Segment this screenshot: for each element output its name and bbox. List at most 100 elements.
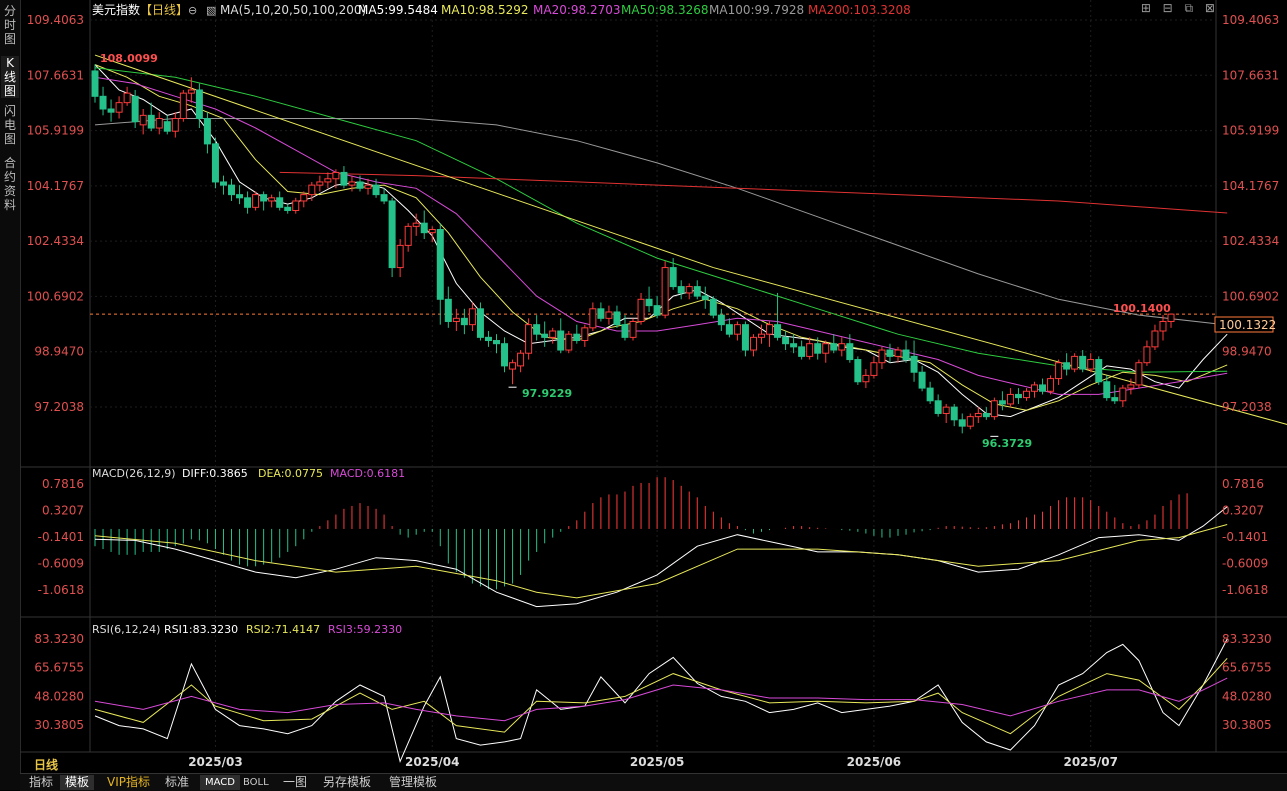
candle-up [452,317,460,322]
ma-legend-label: MA(5,10,20,50,100,200) [220,3,366,17]
side-tab-bar: 分时图 K线图 闪电图 合约资料 [0,0,21,790]
candle-up [268,197,276,202]
ma100-line [94,118,1228,326]
tab-flash[interactable]: 闪电图 [1,104,19,146]
settings-icon[interactable]: ⊖ [188,4,197,17]
candle-up [1127,384,1135,389]
price-tick-right: 107.6631 [1222,68,1279,82]
candle-down [669,267,677,288]
candle-up [324,178,332,183]
price-tick-right: 100.6902 [1222,289,1279,303]
candle-down [790,343,798,348]
candle-up [517,352,525,367]
macd-tick-right: -0.6009 [1222,556,1268,570]
candle-up [549,330,557,338]
period-indicator[interactable]: 日线 [34,756,58,773]
macd-tick-left: -0.6009 [38,556,84,570]
tab-macd[interactable]: MACD [200,775,240,790]
tab-indicator[interactable]: 指标 [24,775,58,790]
bottom-toolbar: 指标 模板 VIP指标 标准 MACD BOLL 一图 另存模板 管理模板 [20,773,1287,791]
candle-down [372,184,380,196]
candle-down [798,346,806,357]
symbol-name: 美元指数 [92,2,140,17]
tab-save-template[interactable]: 另存模板 [318,775,376,790]
candle-down [236,194,244,199]
window-controls[interactable]: ⊞ ⊟ ⧉ ⊠ [1141,1,1219,16]
candle-up [838,343,846,351]
candle-up [629,320,637,338]
candle-up [1006,393,1014,405]
candle-down [388,200,396,269]
tab-template[interactable]: 模板 [60,775,95,790]
candle-down [219,181,227,186]
macd-legend-label: MACD(26,12,9) [92,467,176,480]
price-tick-left: 100.6902 [27,289,84,303]
tab-manage-template[interactable]: 管理模板 [384,775,442,790]
macd-tick-left: 0.3207 [42,504,84,518]
ma100-legend: MA100:99.7928 [709,3,804,17]
macd-tick-left: -0.1401 [38,530,84,544]
macd-tick-right: -0.1401 [1222,530,1268,544]
price-tick-right: 105.9199 [1222,124,1279,138]
price-tick-right: 104.1767 [1222,179,1279,193]
recent-high-annotation: 100.1400 [1113,302,1171,315]
date-tick: 2025/06 [847,755,901,769]
candle-down [260,194,268,202]
date-tick: 2025/04 [405,755,459,769]
candle-up [974,412,982,418]
candle-down [621,324,629,338]
rsi-tick-right: 48.0280 [1222,689,1272,703]
candle-down [163,121,171,132]
ma5-legend: MA5:99.5484 [358,3,438,17]
candle-up [139,114,147,126]
price-tick-left: 104.1767 [27,179,84,193]
rsi2-legend: RSI2:71.4147 [246,623,320,636]
macd-tick-left: 0.7816 [42,477,84,491]
candle-down [107,108,115,113]
macd-value-legend: MACD:0.6181 [330,467,405,480]
candle-up [749,336,757,351]
candle-up [1135,362,1143,386]
candle-down [645,298,653,307]
candle-down [131,95,139,123]
candle-up [589,308,597,329]
candle-up [565,333,573,351]
candle-up [1047,378,1055,392]
chart-area[interactable]: 109.4063 109.4063 107.6631 107.6631 105.9199… [20,0,1287,773]
candle-down [998,400,1006,405]
candle-down [91,70,99,97]
candle-down [380,194,388,202]
candle-down [709,298,717,316]
candle-down [203,118,211,145]
candle-up [733,324,741,335]
tab-kline[interactable]: K线图 [1,56,19,98]
candle-down [701,295,709,300]
date-tick: 2025/07 [1063,755,1117,769]
candle-down [902,349,910,361]
tab-boll[interactable]: BOLL [238,775,274,790]
candle-down [476,308,484,338]
candle-up [348,181,356,186]
rsi-tick-right: 83.3230 [1222,632,1272,646]
macd-tick-right: -1.0618 [1222,583,1268,597]
candle-up [123,92,131,104]
ma200-legend: MA200:103.3208 [808,3,911,17]
tab-contract-info[interactable]: 合约资料 [1,156,19,212]
tab-timeshare[interactable]: 分时图 [1,4,19,46]
macd-tick-left: -1.0618 [38,583,84,597]
price-tick-left: 107.6631 [27,68,84,82]
candle-down [1063,362,1071,370]
price-tick-left: 98.9470 [34,345,84,359]
tab-one-chart[interactable]: 一图 [278,775,312,790]
candle-down [444,298,452,322]
tab-standard[interactable]: 标准 [160,775,194,790]
tab-vip-indicator[interactable]: VIP指标 [102,775,155,790]
candle-down [1111,397,1119,402]
candle-up [300,194,308,202]
ma10-legend: MA10:98.5292 [441,3,529,17]
ma20-legend: MA20:98.2703 [533,3,621,17]
candle-up [1119,387,1127,402]
candle-up [179,92,187,120]
rsi1-legend: RSI1:83.3230 [164,623,238,636]
candle-down [1014,393,1022,399]
